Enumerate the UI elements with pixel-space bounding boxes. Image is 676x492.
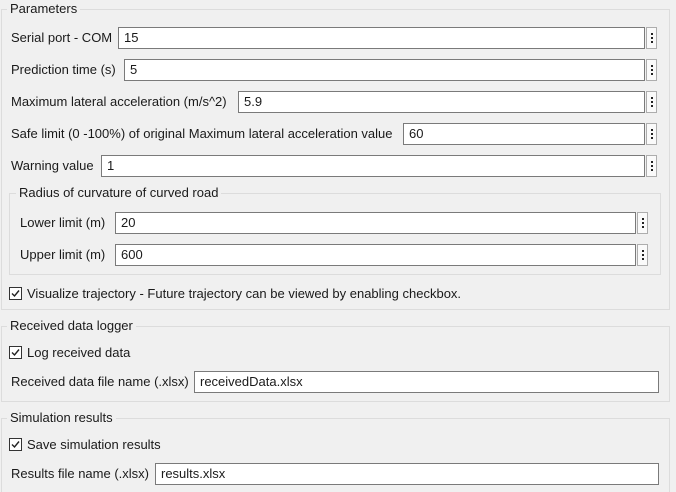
upper-limit-input[interactable]: 600	[115, 244, 636, 266]
max-lateral-accel-options-button[interactable]	[646, 91, 657, 113]
prediction-time-options-button[interactable]	[646, 59, 657, 81]
upper-limit-options-button[interactable]	[637, 244, 648, 266]
max-lateral-accel-label: Maximum lateral acceleration (m/s^2)	[11, 94, 227, 109]
received-file-name-input[interactable]: receivedData.xlsx	[194, 371, 659, 393]
serial-port-input[interactable]: 15	[118, 27, 645, 49]
prediction-time-input[interactable]: 5	[124, 59, 645, 81]
simulation-group-title: Simulation results	[7, 410, 116, 426]
serial-port-label: Serial port - COM	[11, 30, 113, 45]
results-file-name-label: Results file name (.xlsx)	[11, 466, 149, 481]
log-received-data-label: Log received data	[27, 345, 131, 360]
logger-group-title: Received data logger	[7, 318, 136, 334]
max-lateral-accel-input[interactable]: 5.9	[238, 91, 645, 113]
radius-group-title: Radius of curvature of curved road	[16, 185, 222, 201]
parameters-group-title: Parameters	[7, 1, 81, 17]
received-file-name-label: Received data file name (.xlsx)	[11, 374, 189, 389]
lower-limit-input[interactable]: 20	[115, 212, 636, 234]
safe-limit-options-button[interactable]	[646, 123, 657, 145]
checkmark-icon	[11, 290, 20, 298]
warning-value-options-button[interactable]	[646, 155, 657, 177]
safe-limit-label: Safe limit (0 -100%) of original Maximum…	[11, 126, 393, 141]
checkmark-icon	[11, 349, 20, 357]
save-simulation-results-label: Save simulation results	[27, 437, 161, 452]
save-simulation-results-checkbox[interactable]	[9, 438, 22, 451]
log-received-data-checkbox[interactable]	[9, 346, 22, 359]
warning-value-label: Warning value	[11, 158, 94, 173]
results-file-name-input[interactable]: results.xlsx	[155, 463, 659, 485]
checkmark-icon	[11, 441, 20, 449]
visualize-trajectory-checkbox[interactable]	[9, 287, 22, 300]
visualize-trajectory-label: Visualize trajectory - Future trajectory…	[27, 286, 462, 301]
upper-limit-label: Upper limit (m)	[20, 247, 106, 262]
lower-limit-label: Lower limit (m)	[20, 215, 106, 230]
prediction-time-label: Prediction time (s)	[11, 62, 116, 77]
serial-port-options-button[interactable]	[646, 27, 657, 49]
safe-limit-input[interactable]: 60	[403, 123, 645, 145]
warning-value-input[interactable]: 1	[101, 155, 645, 177]
lower-limit-options-button[interactable]	[637, 212, 648, 234]
